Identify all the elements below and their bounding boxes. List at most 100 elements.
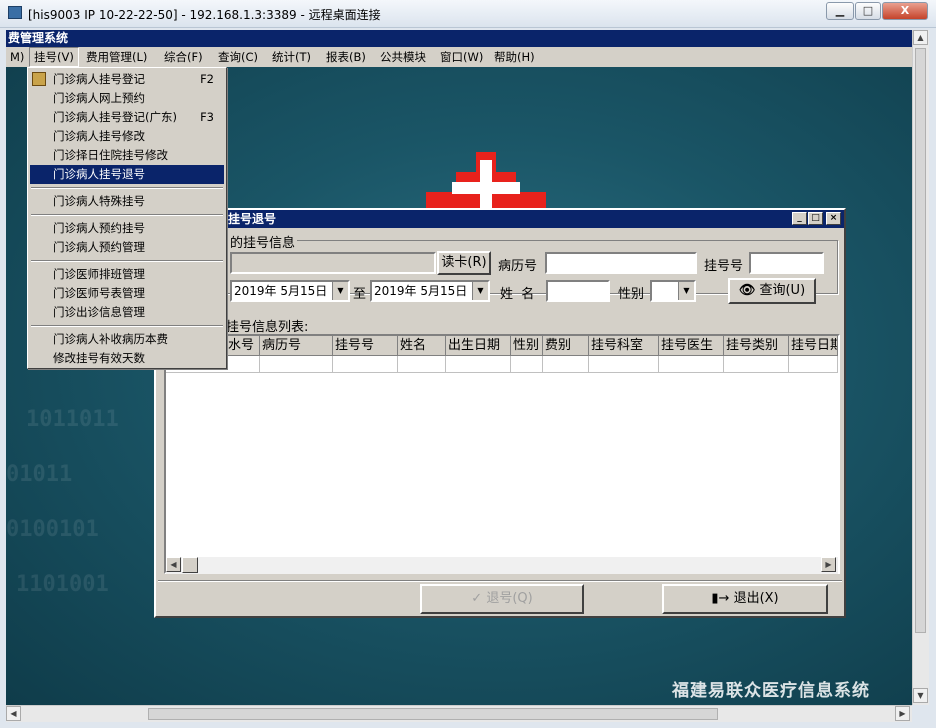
- dropdown-item-number-table[interactable]: 门诊医师号表管理: [30, 284, 224, 303]
- divider: [158, 580, 842, 582]
- scroll-left-icon[interactable]: ◀: [166, 557, 181, 572]
- table-cell[interactable]: [543, 356, 589, 373]
- menu-item-common[interactable]: 公共模块: [376, 47, 430, 67]
- column-header[interactable]: 出生日期: [446, 336, 511, 356]
- scroll-right-icon[interactable]: ▶: [821, 557, 836, 572]
- table-cell[interactable]: [589, 356, 659, 373]
- chevron-down-icon[interactable]: ▼: [332, 282, 348, 300]
- column-header[interactable]: 挂号号: [333, 336, 398, 356]
- dropdown-item-online-booking[interactable]: 门诊病人网上预约: [30, 89, 224, 108]
- scroll-down-icon[interactable]: ▼: [913, 688, 928, 703]
- menu-separator: [31, 325, 223, 327]
- table-cell[interactable]: [659, 356, 724, 373]
- table-cell[interactable]: [446, 356, 511, 373]
- menu-item-general[interactable]: 综合(F): [160, 47, 207, 67]
- dropdown-item-appointment-manage[interactable]: 门诊病人预约管理: [30, 238, 224, 257]
- query-button[interactable]: 👁 查询(U): [728, 278, 816, 304]
- menu-item-query[interactable]: 查询(C): [214, 47, 262, 67]
- sex-label: 性别: [618, 287, 645, 302]
- dialog-maximize-button[interactable]: □: [808, 212, 823, 225]
- date-to-picker[interactable]: 2019年 5月15日 ▼: [370, 280, 490, 302]
- table-cell[interactable]: [398, 356, 446, 373]
- horizontal-scrollbar[interactable]: ◀ ▶: [6, 705, 912, 722]
- column-header[interactable]: 性别: [511, 336, 543, 356]
- dropdown-item-refund[interactable]: 门诊病人挂号退号: [30, 165, 224, 184]
- menu-item-register[interactable]: 挂号(V): [29, 47, 79, 67]
- dropdown-item-modify[interactable]: 门诊病人挂号修改: [30, 127, 224, 146]
- menu-item-statistics[interactable]: 统计(T): [268, 47, 315, 67]
- dialog-close-button[interactable]: ×: [826, 212, 841, 225]
- table-cell[interactable]: [724, 356, 789, 373]
- query-button-label: 查询(U): [759, 283, 806, 298]
- read-card-button[interactable]: 读卡(R): [437, 251, 491, 275]
- list-label: 挂号信息列表:: [226, 320, 309, 335]
- menu-item-reports[interactable]: 报表(B): [322, 47, 370, 67]
- reg-number-label: 挂号号: [704, 259, 744, 274]
- scroll-right-icon[interactable]: ▶: [895, 706, 910, 721]
- table-cell[interactable]: [789, 356, 838, 373]
- menu-item-window[interactable]: 窗口(W): [436, 47, 487, 67]
- menu-item-fees[interactable]: 费用管理(L): [82, 47, 151, 67]
- dropdown-item-appointment[interactable]: 门诊病人预约挂号: [30, 219, 224, 238]
- dialog-title: 挂号退号: [156, 210, 844, 228]
- minimize-button[interactable]: ▁: [826, 2, 854, 20]
- column-header[interactable]: 挂号科室: [589, 336, 659, 356]
- date-to-value: 2019年 5月15日: [374, 284, 468, 298]
- column-header[interactable]: 挂号类别: [724, 336, 789, 356]
- menu-separator: [31, 187, 223, 189]
- chevron-down-icon[interactable]: ▼: [472, 282, 488, 300]
- exit-door-icon: ▮→: [711, 591, 730, 606]
- refund-dialog: 挂号退号 _ □ × 的挂号信息 读卡(R) 病历号 挂号号 2019年 5月1…: [154, 208, 846, 618]
- record-number-input[interactable]: [545, 252, 697, 274]
- close-button[interactable]: X: [882, 2, 928, 20]
- name-input[interactable]: [546, 280, 610, 302]
- background-binary-text: 1101001: [16, 572, 109, 597]
- exit-button[interactable]: ▮→ 退出(X): [662, 584, 828, 614]
- dropdown-item-schedule[interactable]: 门诊医师排班管理: [30, 265, 224, 284]
- dialog-minimize-button[interactable]: _: [792, 212, 807, 225]
- menu-separator: [31, 214, 223, 216]
- register-dropdown-menu: 门诊病人挂号登记 F2 门诊病人网上预约 门诊病人挂号登记(广东) F3 门诊病人挂…: [27, 67, 227, 369]
- column-header[interactable]: 费别: [543, 336, 589, 356]
- chevron-down-icon[interactable]: ▼: [678, 282, 694, 300]
- table-cell[interactable]: [260, 356, 333, 373]
- grid-horizontal-scrollbar[interactable]: ◀ ▶: [166, 557, 838, 574]
- sex-select[interactable]: ▼: [650, 280, 696, 302]
- dropdown-item-register[interactable]: 门诊病人挂号登记 F2: [30, 70, 224, 89]
- record-number-label: 病历号: [498, 259, 538, 274]
- column-header[interactable]: 姓名: [398, 336, 446, 356]
- table-cell[interactable]: [511, 356, 543, 373]
- scroll-thumb[interactable]: [182, 557, 198, 573]
- column-header[interactable]: 挂号医生: [659, 336, 724, 356]
- exit-button-label: 退出(X): [733, 591, 779, 606]
- app-titlebar: 费管理系统: [6, 30, 912, 47]
- scroll-up-icon[interactable]: ▲: [913, 30, 928, 45]
- brand-text: 福建易联众医疗信息系统: [672, 681, 870, 701]
- name-label: 姓 名: [500, 287, 535, 302]
- table-cell[interactable]: [333, 356, 398, 373]
- dropdown-item-special[interactable]: 门诊病人特殊挂号: [30, 192, 224, 211]
- to-label: 至: [353, 287, 367, 302]
- refund-button-label: 退号(Q): [486, 591, 533, 606]
- scroll-left-icon[interactable]: ◀: [6, 706, 21, 721]
- maximize-button[interactable]: □: [855, 2, 881, 20]
- dropdown-item-clinic-info[interactable]: 门诊出诊信息管理: [30, 303, 224, 322]
- dropdown-item-valid-days[interactable]: 修改挂号有效天数: [30, 349, 224, 368]
- scroll-thumb[interactable]: [148, 708, 718, 720]
- dropdown-item-inpatient-modify[interactable]: 门诊择日住院挂号修改: [30, 146, 224, 165]
- binoculars-icon: 👁: [738, 283, 756, 298]
- column-header[interactable]: 病历号: [260, 336, 333, 356]
- registration-grid[interactable]: 水号 病历号 挂号号 姓名 出生日期 性别 费别 挂号科室 挂号医生 挂号类别 …: [164, 334, 840, 574]
- reg-number-input[interactable]: [749, 252, 824, 274]
- vertical-scrollbar[interactable]: ▲ ▼: [912, 30, 929, 705]
- date-from-picker[interactable]: 2019年 5月15日 ▼: [230, 280, 350, 302]
- dropdown-item-record-fee[interactable]: 门诊病人补收病历本费: [30, 330, 224, 349]
- menu-item-m[interactable]: M): [6, 47, 28, 67]
- refund-button[interactable]: ✓ 退号(Q): [420, 584, 584, 614]
- scroll-thumb[interactable]: [915, 48, 926, 633]
- column-header[interactable]: 挂号日期: [789, 336, 838, 356]
- menu-item-help[interactable]: 帮助(H): [490, 47, 539, 67]
- window-title: [his9003 IP 10-22-22-50] - 192.168.1.3:3…: [28, 8, 381, 22]
- rdp-titlebar: [his9003 IP 10-22-22-50] - 192.168.1.3:3…: [0, 0, 936, 28]
- dropdown-item-register-guangdong[interactable]: 门诊病人挂号登记(广东) F3: [30, 108, 224, 127]
